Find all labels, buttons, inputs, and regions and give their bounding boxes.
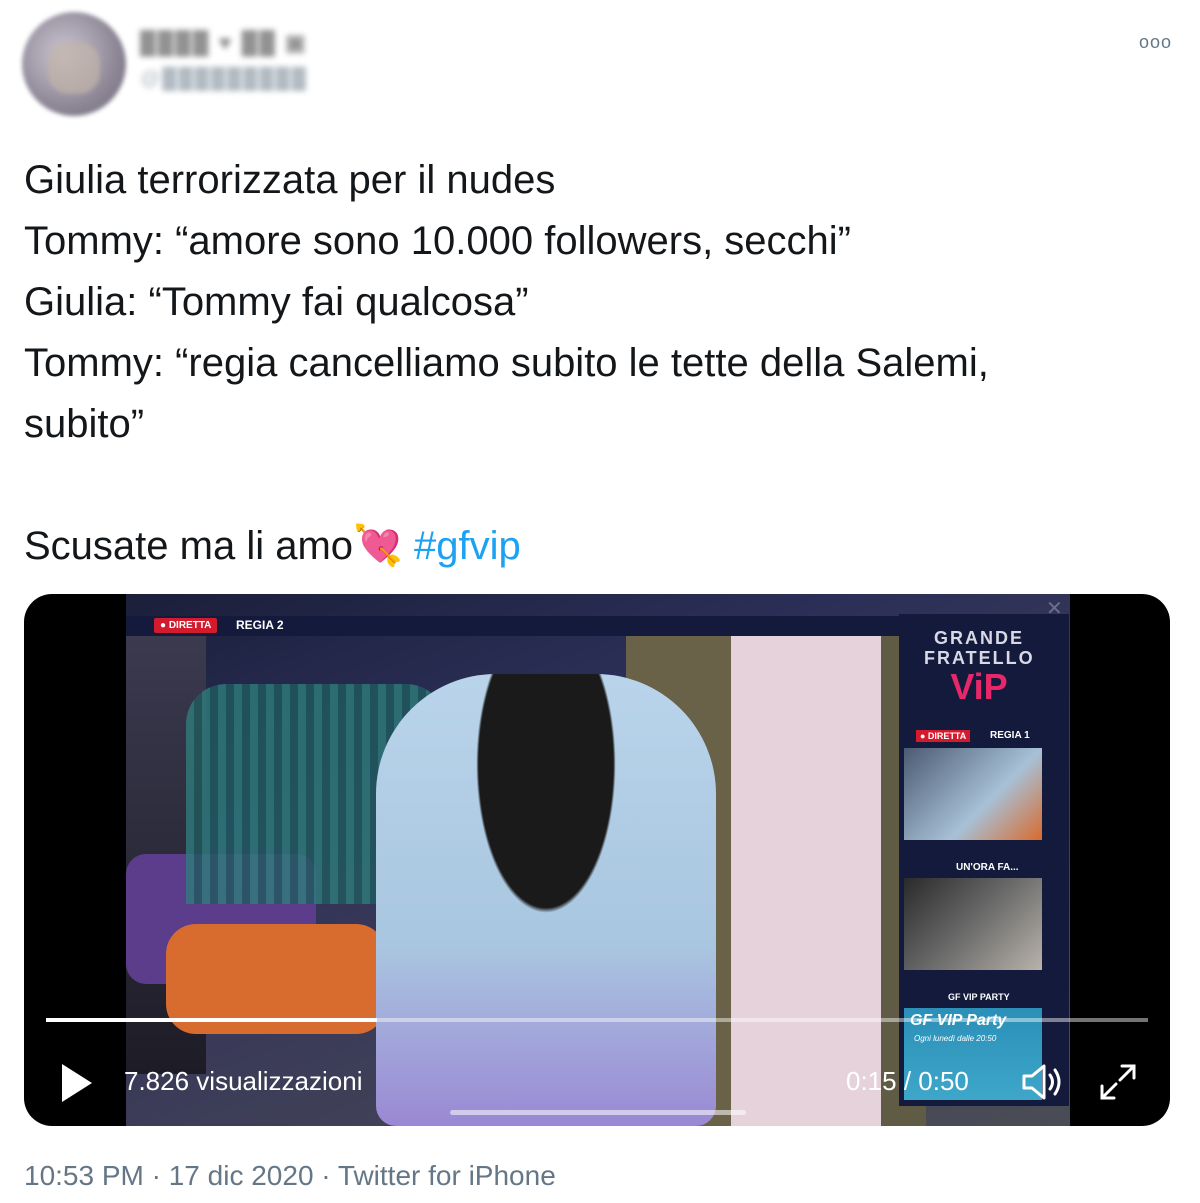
regia-label: REGIA 2 [236,618,284,632]
tweet-line: Tommy: “regia cancelliamo subito le tett… [24,341,989,385]
logo-line: FRATELLO [924,648,1035,668]
logo-line: GRANDE [933,628,1024,648]
logo-vip: ViP [950,666,1008,707]
show-logo: GRANDE FRATELLO ViP [924,628,1034,706]
view-count: 7.826 visualizzazioni [124,1066,363,1096]
play-icon[interactable] [62,1064,92,1102]
side-thumbnail [904,748,1042,840]
side-thumbnail [904,878,1042,970]
tweet-line: Giulia: “Tommy fai qualcosa” [24,280,529,324]
progress-bar[interactable] [46,1018,1148,1022]
heart-arrow-emoji: 💘 [353,524,403,568]
side-party-label: GF VIP PARTY [948,992,1010,1002]
side-ora-label: UN'ORA FA... [956,862,1019,873]
display-name-blurred[interactable]: ████ ♥ ██ ▣ [140,30,308,56]
more-options-icon[interactable]: ooo [1139,32,1172,53]
party-subtitle: Ogni lunedì dalle 20:50 [914,1034,997,1043]
progress-fill [46,1018,377,1022]
handle-blurred[interactable]: @█████████ [140,68,308,91]
tweet-line: Tommy: “amore sono 10.000 followers, sec… [24,219,851,263]
tweet-line: subito” [24,402,145,446]
tweet-line: Scusate ma li amo [24,524,354,568]
time-display: 0:15 / 0:50 [846,1066,969,1096]
tweet-header: ████ ♥ ██ ▣ @█████████ ooo [22,12,1178,122]
avatar[interactable] [22,12,126,116]
fullscreen-icon[interactable] [1096,1060,1140,1104]
user-info[interactable]: ████ ♥ ██ ▣ @█████████ [140,30,308,91]
close-icon: ✕ [1046,598,1063,620]
tweet-meta: 10:53 PM · 17 dic 2020 · Twitter for iPh… [24,1160,556,1191]
video-player[interactable]: ● DIRETTA REGIA 2 GRANDE FRATELLO ViP ● … [24,594,1170,1126]
hashtag-link[interactable]: #gfvip [414,524,521,568]
tweet-line: Giulia terrorizzata per il nudes [24,158,556,202]
drag-handle[interactable] [450,1110,746,1115]
volume-icon[interactable] [1018,1060,1066,1104]
scene-girl [376,674,716,1126]
side-live-badge: ● DIRETTA [916,730,971,742]
tweet-text: Giulia terrorizzata per il nudes Tommy: … [24,150,1174,577]
live-badge: ● DIRETTA [154,618,218,633]
side-regia-label: REGIA 1 [990,730,1030,741]
